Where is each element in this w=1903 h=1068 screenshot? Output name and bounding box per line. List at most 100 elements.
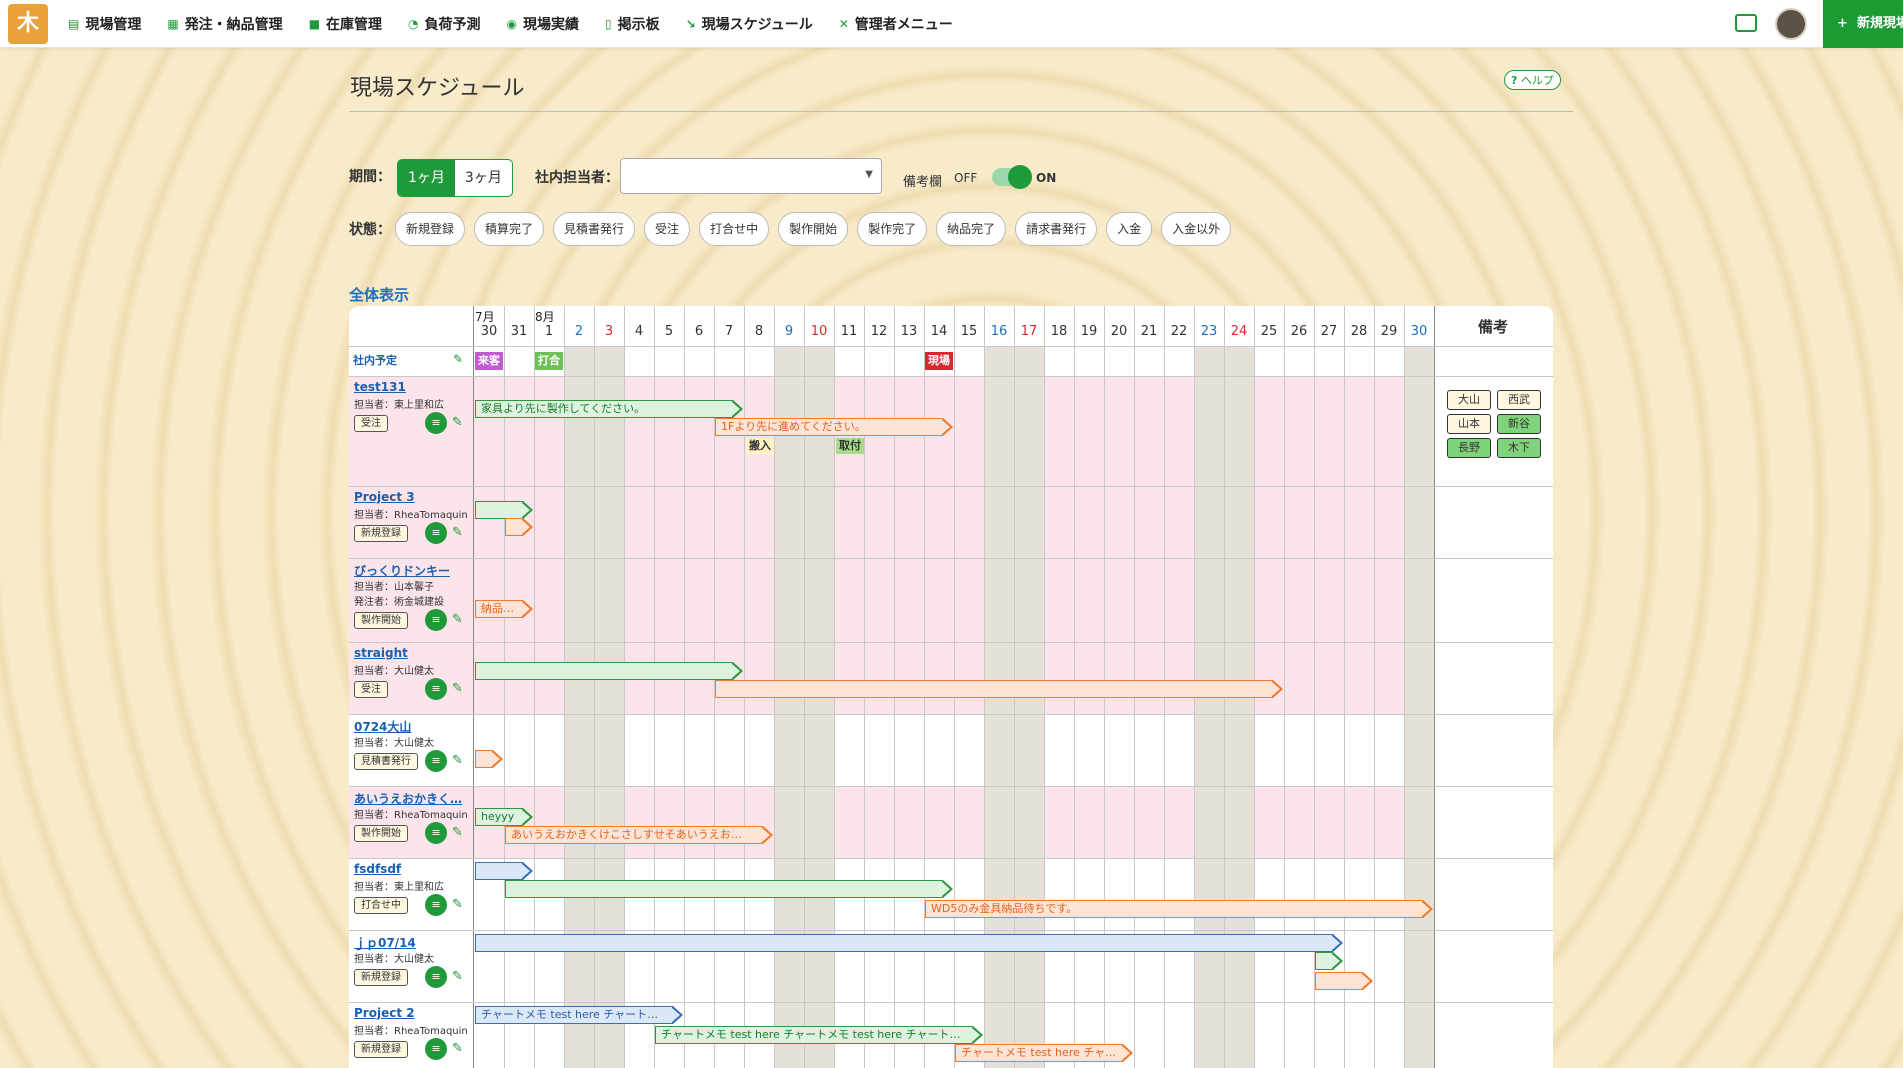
site-name-link[interactable]: あいうえおかきく… [354,790,466,807]
period-3month-button[interactable]: 3ヶ月 [455,160,512,196]
status-badge[interactable]: 新規登録 [354,969,408,986]
status-chip[interactable]: 見積書発行 [553,212,636,246]
step-badge[interactable]: 取付 [836,438,864,454]
site-name-link[interactable]: straight [354,646,466,660]
status-chip[interactable]: 請求書発行 [1015,212,1098,246]
status-badge[interactable]: 見積書発行 [354,753,418,770]
memo-icon[interactable]: ≡ [425,894,447,916]
nav-zaiko-kanri[interactable]: ■ 在庫管理 [309,14,382,34]
edit-pen-icon[interactable]: ✎ [452,525,463,540]
memo-icon[interactable]: ≡ [425,522,447,544]
show-all-link[interactable]: 全体表示 [349,284,409,305]
edit-pen-icon[interactable]: ✎ [452,825,463,840]
staff-select[interactable]: ▼ [620,158,882,194]
site-name-link[interactable]: Project 2 [354,1006,466,1020]
help-button[interactable]: ? ヘルプ [1504,70,1561,90]
period-1month-button[interactable]: 1ヶ月 [398,160,455,196]
site-name-link[interactable]: ｊｐ07/14 [354,934,466,951]
status-badge[interactable]: 打合せ中 [354,897,408,914]
schedule-bar[interactable] [715,680,1273,698]
edit-pen-icon[interactable]: ✎ [452,969,463,984]
schedule-bar[interactable]: あいうえおかきくけこさしすせそあいうえお… [505,826,763,844]
status-chip[interactable]: 受注 [644,212,691,246]
edit-pen-icon[interactable]: ✎ [452,897,463,912]
schedule-bar[interactable] [475,750,493,768]
schedule-bar[interactable] [505,880,943,898]
schedule-bar[interactable] [475,501,523,519]
remark-chip[interactable]: 大山 [1447,390,1491,410]
status-chip[interactable]: 製作完了 [857,212,928,246]
step-badge[interactable]: 搬入 [746,438,774,454]
status-badge[interactable]: 製作開始 [354,825,408,842]
schedule-bar[interactable] [1315,972,1363,990]
schedule-bar[interactable] [475,662,733,680]
company-schedule-tag[interactable]: 現場 [925,352,953,370]
memo-icon[interactable]: ≡ [425,966,447,988]
schedule-bar[interactable]: チャートメモ test here チャート… [475,1006,673,1024]
avatar[interactable] [1775,8,1807,40]
site-name-link[interactable]: test131 [354,380,466,394]
status-badge[interactable]: 新規登録 [354,1041,408,1058]
nav-genba-schedule[interactable]: ↘ 現場スケジュール [686,14,813,34]
edit-pen-icon[interactable]: ✎ [452,1041,463,1056]
schedule-bar[interactable] [505,518,523,536]
nav-keijiban[interactable]: ▯ 掲示板 [605,14,660,34]
nav-hacchu-nouhin[interactable]: ▦ 発注・納品管理 [167,14,282,34]
schedule-bar[interactable]: 家具より先に製作してください。 [475,400,733,418]
remark-chip[interactable]: 山本 [1447,414,1491,434]
schedule-bar[interactable]: heyyy [475,808,523,826]
remark-chip[interactable]: 新谷 [1497,414,1541,434]
company-schedule-tag[interactable]: 来客 [475,352,503,370]
schedule-bar[interactable]: チャートメモ test here チャートメモ test here チャート… [655,1026,973,1044]
nav-kanrisha-menu[interactable]: ✕ 管理者メニュー [839,14,953,34]
edit-pen-icon[interactable]: ✎ [452,415,463,430]
edit-pen-icon[interactable]: ✎ [452,681,463,696]
memo-icon[interactable]: ≡ [425,609,447,631]
edit-pen-icon[interactable]: ✎ [453,352,463,366]
grid-line [473,306,474,1068]
status-badge[interactable]: 受注 [354,415,388,432]
site-name-link[interactable]: Project 3 [354,490,466,504]
chat-icon[interactable] [1735,14,1757,32]
company-schedule-tag[interactable]: 打合 [535,352,563,370]
memo-icon[interactable]: ≡ [425,412,447,434]
remark-chip[interactable]: 木下 [1497,438,1541,458]
memo-icon[interactable]: ≡ [425,750,447,772]
status-badge[interactable]: 製作開始 [354,612,408,629]
site-name-link[interactable]: 0724大山 [354,718,466,735]
bar-arrow-tip-fill [522,503,530,517]
site-name-link[interactable]: びっくりドンキー [354,562,466,579]
status-badge[interactable]: 受注 [354,681,388,698]
schedule-bar[interactable] [475,862,523,880]
remark-chip[interactable]: 長野 [1447,438,1491,458]
schedule-bar[interactable]: 納品… [475,600,523,618]
status-chip[interactable]: 製作開始 [778,212,849,246]
status-chip[interactable]: 納品完了 [936,212,1007,246]
status-chip[interactable]: 入金 [1106,212,1153,246]
memo-icon[interactable]: ≡ [425,822,447,844]
app-logo[interactable]: 木 [8,4,48,44]
nav-genba-kanri[interactable]: ▤ 現場管理 [68,14,141,34]
nav-fuka-yosoku[interactable]: ◔ 負荷予測 [408,14,480,34]
status-chip[interactable]: 打合せ中 [699,212,770,246]
nav-genba-jisseki[interactable]: ◉ 現場実績 [507,14,579,34]
status-chip[interactable]: 積算完了 [474,212,545,246]
schedule-bar[interactable]: チャートメモ test here チャ… [955,1044,1123,1062]
remarks-toggle[interactable] [992,165,1032,189]
edit-pen-icon[interactable]: ✎ [452,753,463,768]
new-site-button[interactable]: + 新規現場 [1823,0,1903,48]
memo-icon[interactable]: ≡ [425,678,447,700]
status-badge[interactable]: 新規登録 [354,525,408,542]
remark-chip[interactable]: 西武 [1497,390,1541,410]
status-chip[interactable]: 新規登録 [395,212,466,246]
grid-line [349,786,1553,787]
schedule-bar[interactable]: WD5のみ金具納品待ちです。 [925,900,1423,918]
edit-pen-icon[interactable]: ✎ [452,612,463,627]
memo-icon[interactable]: ≡ [425,1038,447,1060]
schedule-bar[interactable] [1315,952,1333,970]
site-name-link[interactable]: fsdfsdf [354,862,466,876]
schedule-bar-text: WD5のみ金具納品待ちです。 [931,902,1078,915]
status-chip[interactable]: 入金以外 [1161,212,1232,246]
schedule-bar[interactable]: 1Fより先に進めてください。 [715,418,943,436]
schedule-bar[interactable] [475,934,1333,952]
